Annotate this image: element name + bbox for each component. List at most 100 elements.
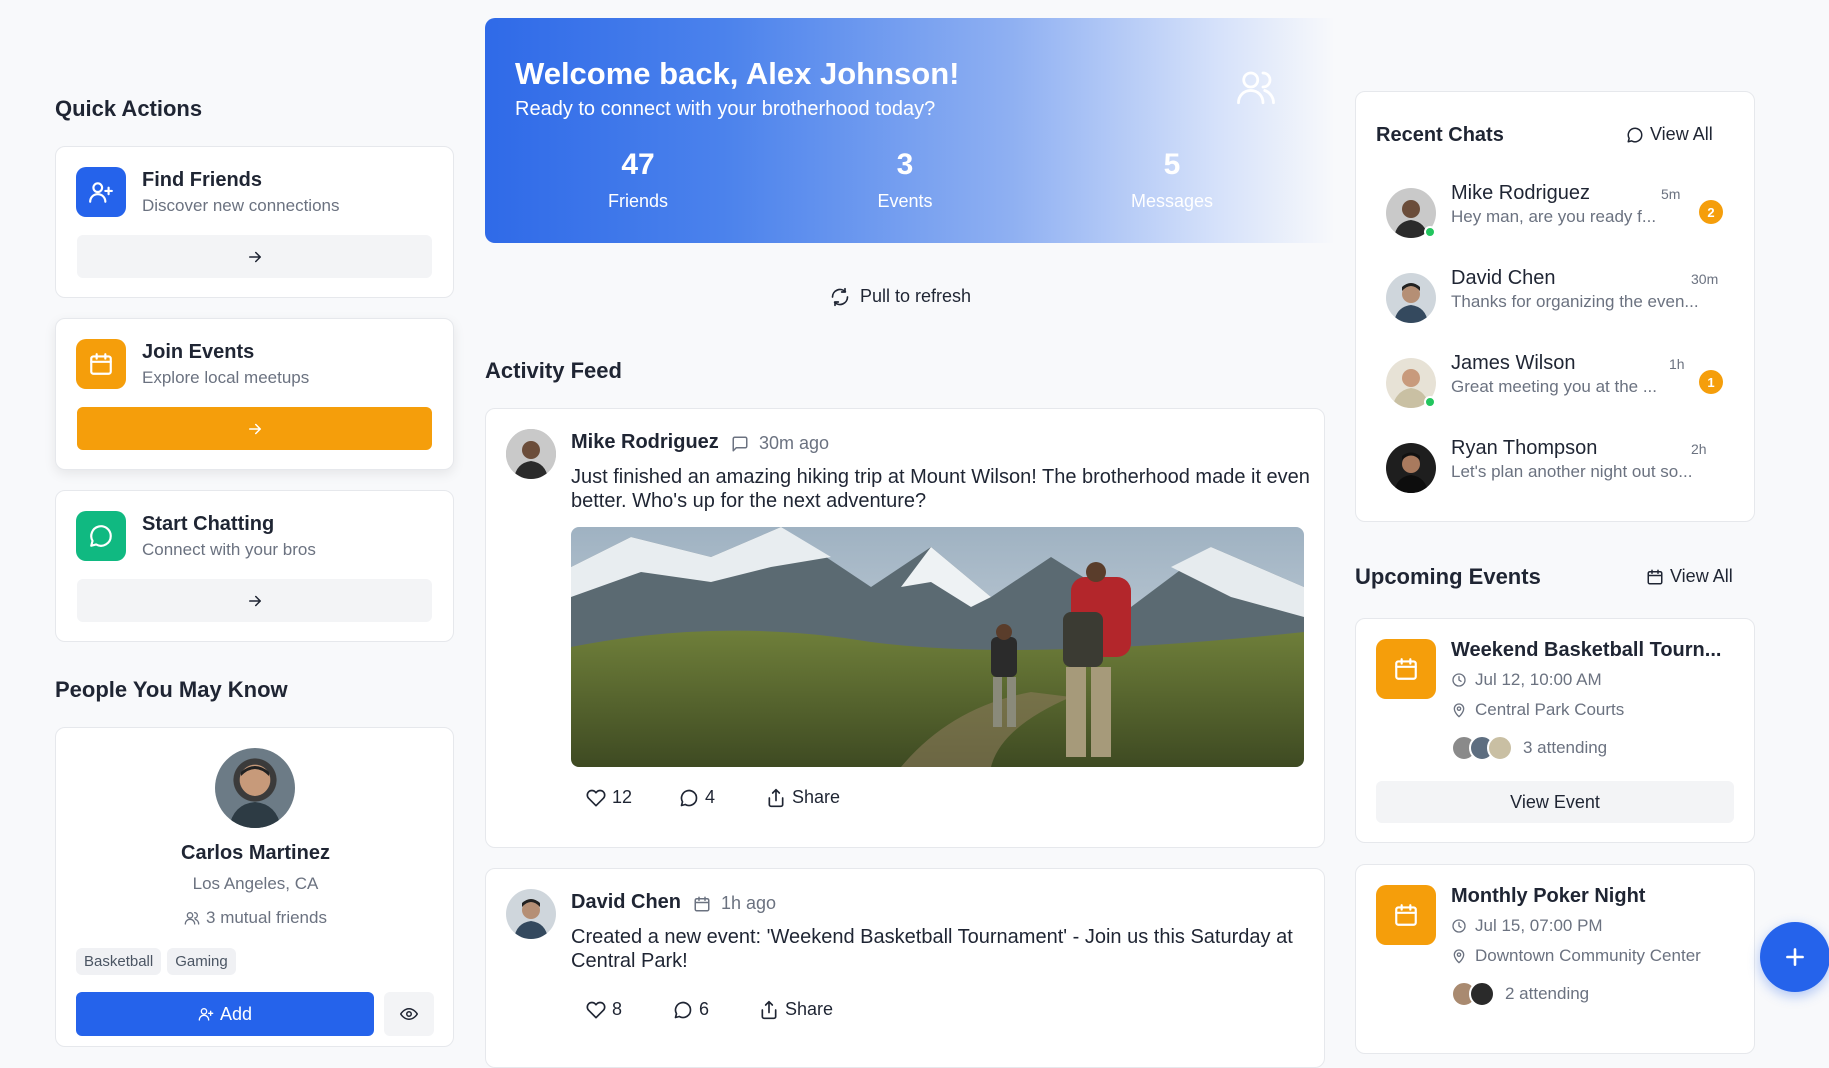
event-card: Weekend Basketball Tourn... Jul 12, 10:0…: [1355, 618, 1755, 843]
post-text: Just finished an amazing hiking trip at …: [571, 466, 1310, 512]
post-meta: 1h ago: [693, 893, 776, 914]
refresh-icon: [831, 287, 849, 306]
event-datetime: Jul 15, 07:00 PM: [1451, 916, 1603, 936]
chat-item-james[interactable]: James Wilson Great meeting you at the ..…: [1356, 352, 1756, 422]
chat-time: 5m: [1661, 186, 1681, 202]
event-datetime-label: Jul 15, 07:00 PM: [1475, 916, 1603, 935]
share-button[interactable]: Share: [759, 999, 833, 1020]
post-author[interactable]: Mike Rodriguez: [571, 431, 719, 454]
user-plus-icon: [76, 167, 126, 217]
online-indicator: [1424, 226, 1436, 238]
calendar-icon: [1376, 885, 1436, 945]
like-button[interactable]: 12: [586, 787, 632, 808]
post-card: David Chen 1h ago Created a new event: '…: [485, 868, 1325, 1068]
unread-badge: 2: [1699, 200, 1723, 224]
chat-time: 30m: [1691, 271, 1719, 287]
comment-count: 4: [705, 787, 716, 807]
comment-icon: [674, 1001, 692, 1018]
quick-action-start-chatting[interactable]: Start Chatting Connect with your bros: [55, 490, 454, 642]
share-icon: [761, 1000, 777, 1019]
chat-message: Let's plan another night out so...: [1451, 462, 1693, 481]
attending-count: 3 attending: [1523, 738, 1608, 757]
event-datetime: Jul 12, 10:00 AM: [1451, 670, 1602, 690]
chat-time: 2h: [1691, 441, 1707, 457]
comment-button[interactable]: 6: [673, 999, 709, 1020]
calendar-icon: [1647, 569, 1663, 584]
calendar-icon: [1376, 639, 1436, 699]
user-plus-icon: [198, 1008, 214, 1021]
message-square-icon: [732, 436, 748, 451]
start-chatting-button[interactable]: [77, 579, 432, 622]
calendar-icon: [76, 339, 126, 389]
person-location: Los Angeles, CA: [192, 874, 319, 893]
post-time: 30m ago: [759, 433, 830, 453]
friends-label: Friends: [607, 191, 669, 211]
event-datetime-label: Jul 12, 10:00 AM: [1475, 670, 1602, 689]
find-friends-subtitle: Discover new connections: [142, 196, 340, 215]
share-button[interactable]: Share: [766, 787, 840, 808]
chat-name: Mike Rodriguez: [1451, 182, 1590, 204]
person-card: Carlos Martinez Los Angeles, CA 3 mutual…: [55, 727, 454, 1047]
chat-bubble-icon: [76, 511, 126, 561]
messages-label: Messages: [1130, 191, 1214, 211]
post-card: Mike Rodriguez 30m ago Just finished an …: [485, 408, 1325, 848]
avatar[interactable]: [215, 748, 295, 828]
post-time: 1h ago: [721, 893, 777, 913]
chat-time: 1h: [1669, 356, 1685, 372]
friends-count: 47: [621, 148, 655, 181]
comment-icon: [680, 789, 698, 806]
post-author[interactable]: David Chen: [571, 891, 681, 914]
comment-button[interactable]: 4: [679, 787, 715, 808]
events-view-all[interactable]: View All: [1646, 566, 1733, 587]
heart-icon: [586, 1001, 606, 1018]
avatar[interactable]: [506, 429, 556, 479]
create-post-fab[interactable]: [1760, 922, 1829, 992]
avatar[interactable]: [506, 889, 556, 939]
add-label: Add: [219, 1003, 253, 1024]
online-indicator: [1424, 396, 1436, 408]
event-location: Downtown Community Center: [1451, 946, 1701, 966]
add-friend-button[interactable]: Add: [76, 992, 374, 1036]
join-events-title: Join Events: [142, 341, 255, 363]
chat-item-mike[interactable]: Mike Rodriguez Hey man, are you ready f.…: [1356, 182, 1756, 252]
tag: Gaming: [167, 948, 236, 975]
view-event-button[interactable]: View Event: [1376, 781, 1734, 823]
avatar: [1487, 735, 1513, 761]
post-image-hiking[interactable]: [571, 527, 1304, 767]
like-count: 8: [612, 999, 623, 1019]
chat-item-david[interactable]: David Chen Thanks for organizing the eve…: [1356, 267, 1756, 337]
event-card: Monthly Poker Night Jul 15, 07:00 PM Dow…: [1355, 864, 1755, 1054]
event-title[interactable]: Weekend Basketball Tourn...: [1451, 639, 1721, 662]
chat-name: Ryan Thompson: [1451, 437, 1598, 459]
recent-chats-card: Recent Chats View All Mike Rodriguez Hey…: [1355, 91, 1755, 522]
post-text: Created a new event: 'Weekend Basketball…: [571, 926, 1293, 972]
chat-message: Thanks for organizing the even...: [1451, 292, 1699, 311]
welcome-subtitle: Ready to connect with your brotherhood t…: [515, 98, 936, 120]
event-title[interactable]: Monthly Poker Night: [1451, 885, 1645, 908]
like-button[interactable]: 8: [586, 999, 622, 1020]
chat-message: Hey man, are you ready f...: [1451, 207, 1657, 226]
map-pin-icon: [1453, 703, 1465, 718]
quick-action-join-events[interactable]: Join Events Explore local meetups: [55, 318, 454, 470]
welcome-title: Welcome back, Alex Johnson!: [515, 56, 960, 91]
tag: Basketball: [76, 948, 162, 975]
event-location: Central Park Courts: [1451, 700, 1624, 720]
chat-bubble-icon: [1627, 127, 1643, 142]
join-events-button[interactable]: [77, 407, 432, 450]
chats-view-all[interactable]: View All: [1626, 124, 1713, 145]
mutual-friends: 3 mutual friends: [56, 908, 455, 928]
post-meta: 30m ago: [731, 433, 829, 454]
attendee-avatars: 3 attending: [1451, 735, 1607, 761]
view-profile-button[interactable]: [384, 992, 434, 1036]
chat-message: Great meeting you at the ...: [1451, 377, 1658, 396]
pull-to-refresh[interactable]: Pull to refresh: [830, 286, 971, 307]
map-pin-icon: [1453, 949, 1465, 964]
unread-badge: 1: [1699, 370, 1723, 394]
avatar: [1469, 981, 1495, 1007]
mutual-friends-label: 3 mutual friends: [206, 908, 327, 927]
event-location-label: Central Park Courts: [1475, 700, 1625, 719]
find-friends-button[interactable]: [77, 235, 432, 278]
chat-item-ryan[interactable]: Ryan Thompson Let's plan another night o…: [1356, 437, 1756, 507]
quick-action-find-friends[interactable]: Find Friends Discover new connections: [55, 146, 454, 298]
start-chatting-title: Start Chatting: [142, 513, 275, 535]
